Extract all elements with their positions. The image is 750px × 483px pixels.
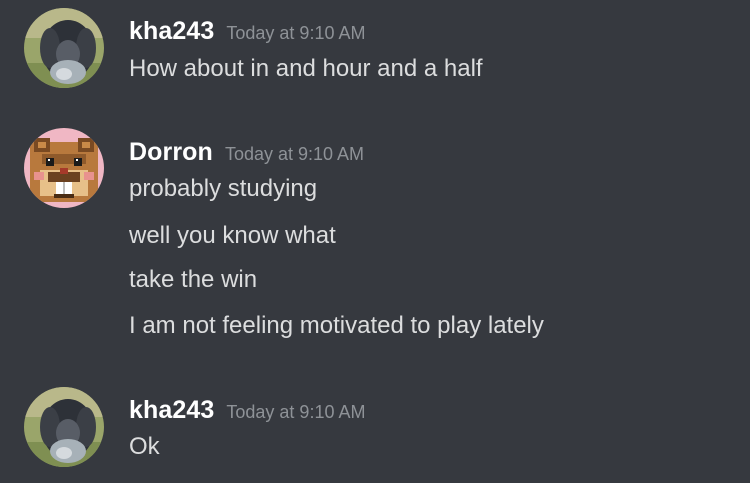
chat-messages-area: kha243 Today at 9:10 AM How about in and …: [0, 0, 750, 483]
username[interactable]: kha243: [129, 17, 214, 45]
message-text: I am not feeling motivated to play latel…: [129, 312, 544, 339]
avatar[interactable]: [24, 128, 104, 208]
pixel-bidoof-avatar-icon: [24, 128, 104, 208]
timestamp: Today at 9:10 AM: [224, 144, 365, 164]
message-header: kha243 Today at 9:10 AM: [129, 396, 365, 425]
message-text: well you know what: [129, 222, 336, 249]
message-text: Ok: [129, 433, 160, 460]
avatar[interactable]: [24, 8, 104, 88]
username[interactable]: Dorron: [129, 138, 213, 166]
message-text: How about in and hour and a half: [129, 55, 483, 82]
message-header: kha243 Today at 9:10 AM: [129, 17, 365, 46]
message-header: Dorron Today at 9:10 AM: [129, 138, 364, 167]
message-text: probably studying: [129, 175, 318, 202]
puppy-photo-avatar-icon: [24, 8, 104, 88]
username[interactable]: kha243: [129, 396, 214, 424]
message-text: take the win: [129, 266, 258, 293]
avatar[interactable]: [24, 387, 104, 467]
timestamp: Today at 9:10 AM: [226, 23, 366, 43]
puppy-photo-avatar-icon: [24, 387, 104, 467]
timestamp: Today at 9:10 AM: [226, 402, 366, 422]
